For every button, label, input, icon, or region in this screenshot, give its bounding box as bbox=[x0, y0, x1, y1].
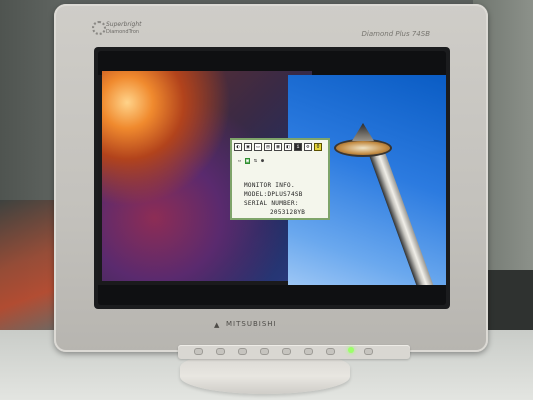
osd-sub-icon-2[interactable]: ▣ bbox=[245, 158, 251, 164]
osd-menu: ◐ ▣ ▭ ▤ ▦ ◧ i ⚙ 0 ▭ ▣ ↹ ● MONITOR INFO. … bbox=[230, 138, 330, 220]
badge-icon: 0 bbox=[314, 143, 322, 151]
osd-tab-bar: ◐ ▣ ▭ ▤ ▦ ◧ i ⚙ 0 bbox=[234, 142, 326, 152]
maker-label: MITSUBISHI bbox=[226, 320, 277, 328]
size-icon[interactable]: ▭ bbox=[254, 143, 262, 151]
brightness-icon[interactable]: ◐ bbox=[234, 143, 242, 151]
osd-subtabs: ▭ ▣ ↹ ● bbox=[238, 158, 264, 164]
osd-model: MODEL:DPLUS74SB bbox=[244, 191, 303, 198]
front-button-5[interactable] bbox=[282, 348, 291, 355]
brand-logo: Superbright DiamondTron bbox=[92, 19, 152, 41]
power-led-icon bbox=[348, 347, 354, 353]
osd-sub-icon-3[interactable]: ↹ bbox=[254, 158, 257, 164]
model-label: Diamond Plus 74SB bbox=[361, 30, 430, 38]
crt-monitor: Superbright DiamondTron Diamond Plus 74S… bbox=[54, 4, 488, 352]
mitsubishi-logo-icon: ▲ bbox=[214, 321, 220, 329]
front-button-3[interactable] bbox=[238, 348, 247, 355]
sun-logo-icon bbox=[92, 21, 106, 35]
front-button-1[interactable] bbox=[194, 348, 203, 355]
front-button-4[interactable] bbox=[260, 348, 269, 355]
screen: ◐ ▣ ▭ ▤ ▦ ◧ i ⚙ 0 ▭ ▣ ↹ ● MONITOR INFO. … bbox=[98, 51, 446, 305]
contrast-icon[interactable]: ▣ bbox=[244, 143, 252, 151]
space-needle-icon bbox=[334, 139, 392, 157]
osd-serial-value: 2053128YB bbox=[270, 209, 306, 216]
front-button-2[interactable] bbox=[216, 348, 225, 355]
tools-icon[interactable]: ⚙ bbox=[304, 143, 312, 151]
screen-bottom-strip bbox=[98, 285, 446, 305]
front-button-6[interactable] bbox=[304, 348, 313, 355]
osd-info-title: MONITOR INFO. bbox=[244, 182, 295, 189]
brand-logo-line1: Superbright bbox=[106, 21, 142, 28]
front-control-panel bbox=[178, 345, 410, 359]
power-button[interactable] bbox=[364, 348, 373, 355]
color-icon[interactable]: ◧ bbox=[284, 143, 292, 151]
osd-sub-icon-1[interactable]: ▭ bbox=[238, 158, 241, 164]
brand-logo-line2: DiamondTron bbox=[106, 29, 140, 35]
osd-serial-label: SERIAL NUMBER: bbox=[244, 200, 299, 207]
info-icon[interactable]: i bbox=[294, 143, 302, 151]
geometry-icon[interactable]: ▦ bbox=[274, 143, 282, 151]
position-icon[interactable]: ▤ bbox=[264, 143, 272, 151]
osd-sub-icon-4[interactable]: ● bbox=[261, 158, 264, 164]
front-button-7[interactable] bbox=[326, 348, 335, 355]
